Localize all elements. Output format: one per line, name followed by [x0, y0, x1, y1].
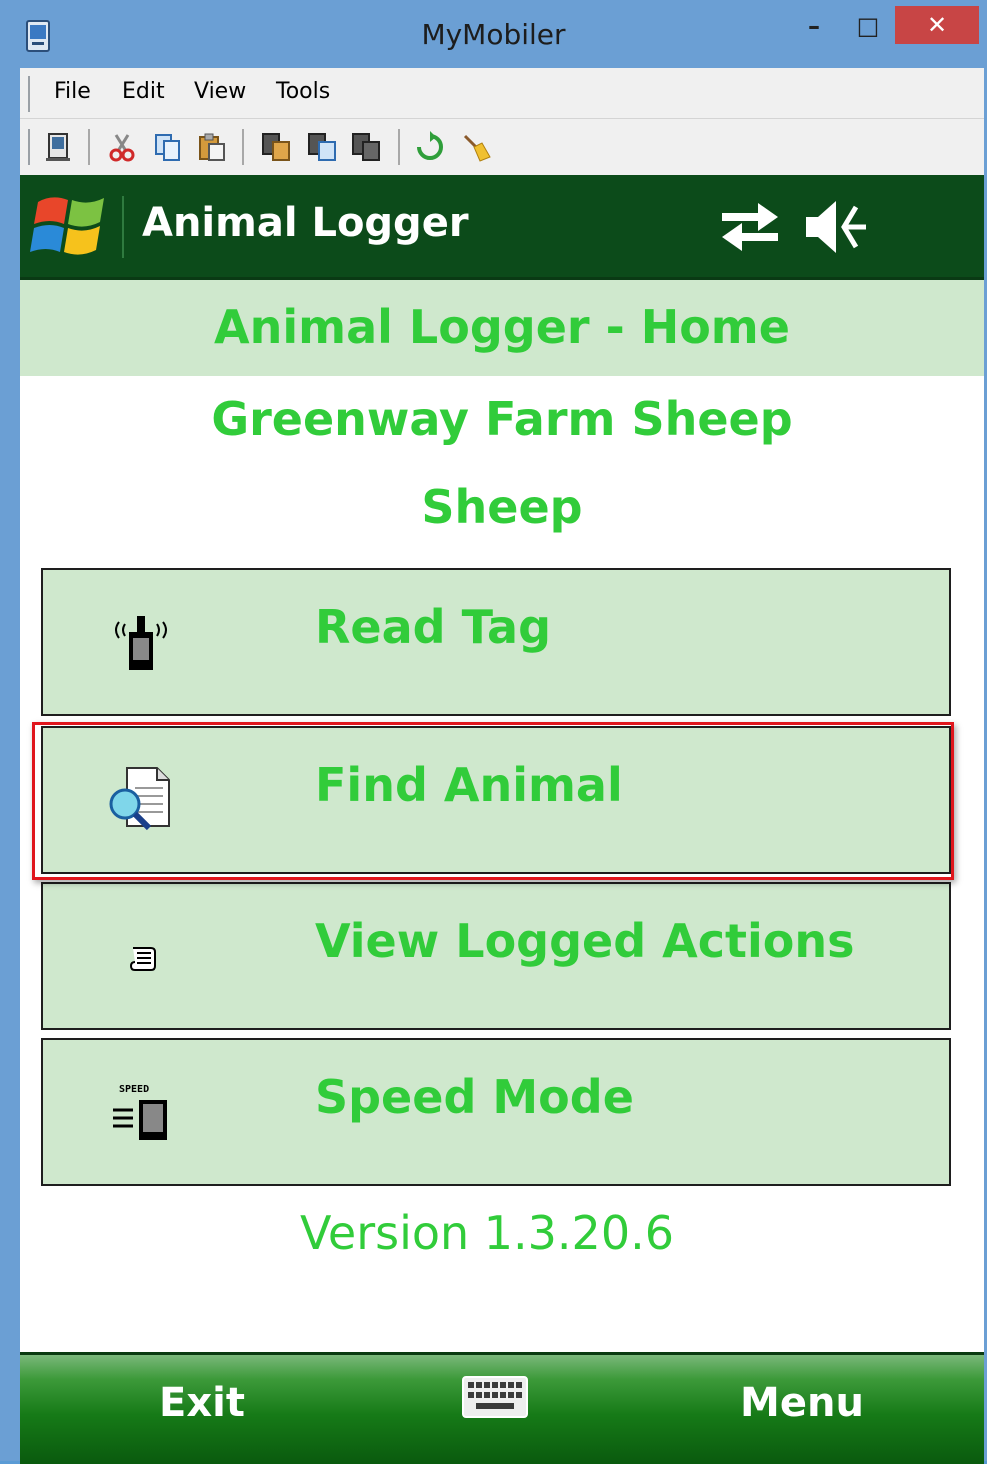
exit-softkey[interactable]: Exit — [20, 1380, 384, 1426]
species-label: Sheep — [421, 480, 583, 534]
device-app-title: Animal Logger — [142, 200, 469, 246]
close-button[interactable]: ✕ — [895, 6, 979, 44]
toolbar-separator — [242, 129, 244, 165]
svg-text:SPEED: SPEED — [119, 1084, 149, 1095]
view-logged-actions-label: View Logged Actions — [315, 914, 855, 968]
farm-name: Greenway Farm Sheep — [211, 392, 793, 446]
read-tag-button[interactable]: Read Tag — [41, 568, 951, 716]
cut-icon[interactable] — [106, 131, 138, 163]
scroll-icon — [129, 947, 156, 971]
toolbar-grip — [28, 129, 30, 165]
speed-mode-button[interactable]: SPEED Speed Mode — [41, 1038, 951, 1186]
toolbar-separator — [88, 129, 90, 165]
menubar-grip — [28, 76, 30, 112]
screenshot-icon[interactable] — [350, 131, 382, 163]
refresh-icon[interactable] — [414, 131, 446, 163]
close-icon: ✕ — [926, 11, 948, 39]
menu-edit[interactable]: Edit — [122, 79, 165, 104]
read-tag-label: Read Tag — [315, 600, 552, 654]
speed-mode-icon: SPEED — [113, 1084, 167, 1140]
device-icon[interactable] — [42, 131, 74, 163]
speaker-muted-icon[interactable] — [800, 197, 870, 257]
menu-tools[interactable]: Tools — [276, 79, 330, 104]
speed-mode-label: Speed Mode — [315, 1070, 634, 1124]
copy-to-device-icon[interactable] — [260, 131, 292, 163]
view-logged-actions-button[interactable]: View Logged Actions — [41, 882, 951, 1030]
menu-softkey[interactable]: Menu — [620, 1380, 984, 1426]
copy-icon[interactable] — [152, 131, 184, 163]
menu-file[interactable]: File — [54, 79, 91, 104]
toolbar-separator — [398, 129, 400, 165]
menu-view[interactable]: View — [194, 79, 246, 104]
keyboard-icon[interactable] — [462, 1376, 528, 1418]
version-label: Version 1.3.20.6 — [300, 1206, 674, 1260]
menu-bar: File Edit View Tools — [20, 68, 984, 119]
copy-from-device-icon[interactable] — [306, 131, 338, 163]
selection-highlight — [32, 722, 954, 880]
window-frame-left — [0, 68, 20, 1461]
rfid-reader-icon — [115, 616, 167, 670]
paste-icon[interactable] — [196, 131, 228, 163]
clean-icon[interactable] — [460, 131, 492, 163]
maximize-button[interactable]: □ — [844, 8, 892, 44]
windows-start-icon[interactable] — [30, 190, 110, 264]
toolbar — [20, 119, 984, 175]
header-divider — [122, 196, 124, 258]
connectivity-icon[interactable] — [718, 197, 782, 257]
page-title: Animal Logger - Home — [214, 300, 790, 354]
minimize-button[interactable]: – — [788, 8, 840, 44]
minimize-icon: – — [808, 12, 820, 40]
maximize-icon: □ — [856, 12, 880, 40]
